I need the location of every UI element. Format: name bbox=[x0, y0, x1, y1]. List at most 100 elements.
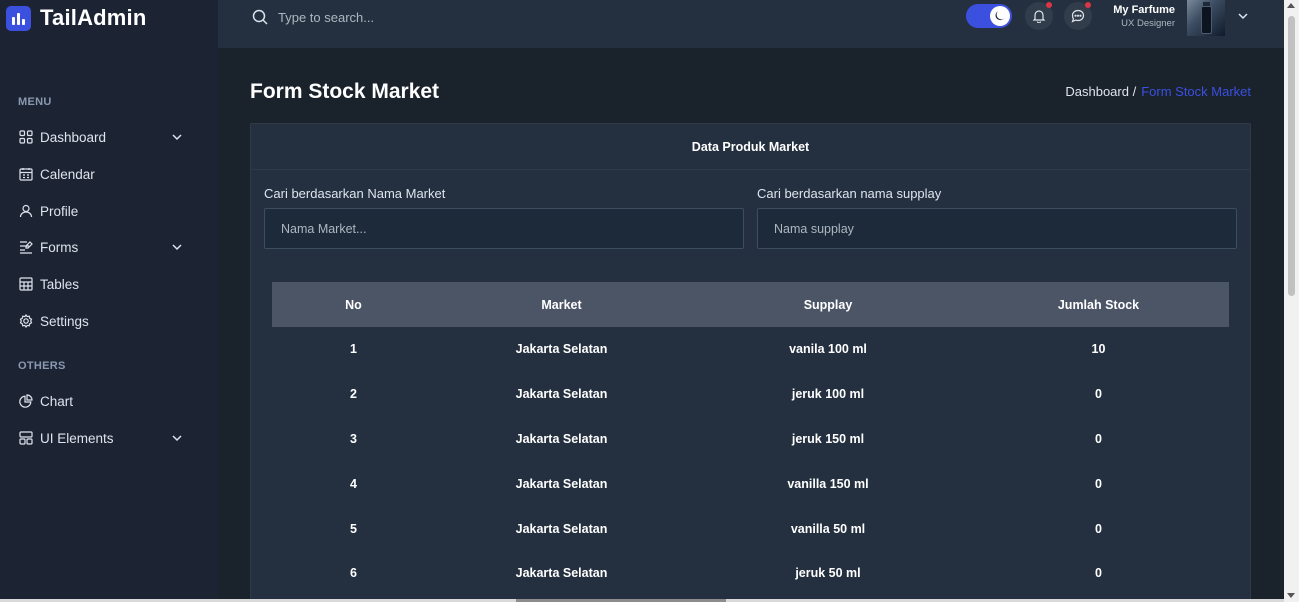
sidebar-item-profile[interactable]: Profile bbox=[18, 199, 188, 223]
dark-mode-toggle[interactable] bbox=[966, 4, 1012, 28]
supply-filter-label: Cari berdasarkan nama supplay bbox=[757, 186, 942, 201]
user-info[interactable]: My Farfume UX Designer bbox=[1098, 4, 1175, 29]
column-header-no[interactable]: No bbox=[272, 282, 435, 327]
cell-stock: 0 bbox=[1095, 387, 1102, 402]
card-title: Data Produk Market bbox=[251, 124, 1250, 170]
calendar-icon bbox=[18, 167, 33, 182]
cell-market: Jakarta Selatan bbox=[515, 342, 608, 357]
supply-search-input[interactable] bbox=[758, 209, 1236, 248]
cell-market: Jakarta Selatan bbox=[515, 521, 608, 536]
sidebar-item-label: Tables bbox=[40, 276, 80, 292]
supply-search-field bbox=[757, 208, 1237, 249]
breadcrumb-dashboard[interactable]: Dashboard / bbox=[1065, 84, 1136, 99]
forms-icon bbox=[18, 240, 33, 255]
others-group-label: OTHERS bbox=[18, 360, 66, 372]
cell-no: 6 bbox=[350, 566, 357, 581]
cell-stock: 10 bbox=[1091, 342, 1106, 357]
user-icon bbox=[18, 204, 33, 219]
sidebar-item-label: Profile bbox=[40, 203, 79, 219]
sidebar-item-label: Forms bbox=[40, 239, 79, 255]
cell-stock: 0 bbox=[1095, 431, 1102, 446]
table-row[interactable]: 4 Jakarta Selatan vanilla 150 ml 0 bbox=[272, 461, 1229, 506]
gear-icon bbox=[18, 314, 33, 329]
breadcrumb-current: Form Stock Market bbox=[1141, 84, 1251, 99]
page-title: Form Stock Market bbox=[250, 80, 440, 103]
sidebar-item-calendar[interactable]: Calendar bbox=[18, 162, 188, 186]
cell-supplay: jeruk 50 ml bbox=[795, 566, 861, 581]
menu-group-label: MENU bbox=[18, 96, 52, 108]
vertical-scrollbar[interactable] bbox=[1284, 0, 1299, 602]
search-bar bbox=[252, 6, 578, 28]
grid-icon bbox=[18, 130, 33, 145]
sidebar-item-label: UI Elements bbox=[40, 430, 114, 446]
breadcrumb: Dashboard / Form Stock Market bbox=[1065, 84, 1251, 99]
sidebar-item-settings[interactable]: Settings bbox=[18, 309, 188, 333]
cell-market: Jakarta Selatan bbox=[515, 387, 608, 402]
sidebar-item-forms[interactable]: Forms bbox=[18, 235, 188, 259]
chevron-down-icon bbox=[172, 244, 182, 251]
sidebar-item-ui-elements[interactable]: UI Elements bbox=[18, 426, 188, 450]
search-icon[interactable] bbox=[252, 9, 268, 25]
cell-stock: 0 bbox=[1095, 476, 1102, 491]
cell-market: Jakarta Selatan bbox=[515, 476, 608, 491]
topbar: My Farfume UX Designer bbox=[218, 0, 1284, 48]
cell-supplay: jeruk 150 ml bbox=[791, 431, 865, 446]
cell-stock: 0 bbox=[1095, 566, 1102, 581]
cell-no: 1 bbox=[350, 342, 357, 357]
scroll-up-icon[interactable] bbox=[1287, 3, 1295, 8]
user-name: My Farfume bbox=[1113, 4, 1175, 16]
table-row[interactable]: 3 Jakarta Selatan jeruk 150 ml 0 bbox=[272, 417, 1229, 462]
cell-stock: 0 bbox=[1095, 521, 1102, 536]
column-header-stock[interactable]: Jumlah Stock bbox=[968, 282, 1229, 327]
cell-no: 2 bbox=[350, 387, 357, 402]
sidebar-item-label: Chart bbox=[40, 393, 74, 409]
market-search-input[interactable] bbox=[265, 209, 743, 248]
brand-logo[interactable]: TailAdmin bbox=[6, 4, 147, 32]
cell-market: Jakarta Selatan bbox=[515, 431, 608, 446]
column-header-supplay[interactable]: Supplay bbox=[688, 282, 968, 327]
moon-icon bbox=[990, 6, 1010, 26]
scrollbar-thumb[interactable] bbox=[1288, 16, 1295, 296]
cell-market: Jakarta Selatan bbox=[515, 566, 608, 581]
logo-icon bbox=[6, 5, 31, 31]
scroll-down-icon[interactable] bbox=[1287, 593, 1295, 598]
cell-supplay: vanilla 150 ml bbox=[787, 476, 869, 491]
table-row[interactable]: 5 Jakarta Selatan vanilla 50 ml 0 bbox=[272, 506, 1229, 551]
market-search-field bbox=[264, 208, 744, 249]
app-name: TailAdmin bbox=[40, 5, 147, 30]
sidebar-item-chart[interactable]: Chart bbox=[18, 389, 188, 413]
cell-supplay: vanila 100 ml bbox=[789, 342, 867, 357]
notification-badge bbox=[1046, 2, 1052, 8]
chevron-down-icon bbox=[172, 134, 182, 141]
avatar-bottle bbox=[1201, 6, 1212, 34]
cell-supplay: jeruk 100 ml bbox=[791, 387, 865, 402]
avatar[interactable] bbox=[1187, 0, 1225, 36]
pie-chart-icon bbox=[18, 394, 33, 409]
sidebar-item-label: Settings bbox=[40, 313, 89, 329]
table-row[interactable]: 1 Jakarta Selatan vanila 100 ml 10 bbox=[272, 327, 1229, 372]
search-input[interactable] bbox=[278, 9, 578, 25]
table-row[interactable]: 2 Jakarta Selatan jeruk 100 ml 0 bbox=[272, 372, 1229, 417]
messages-button[interactable] bbox=[1064, 2, 1092, 30]
sidebar-item-dashboard[interactable]: Dashboard bbox=[18, 125, 188, 149]
bell-icon bbox=[1032, 10, 1046, 23]
table-row[interactable]: 6 Jakarta Selatan jeruk 50 ml 0 bbox=[272, 551, 1229, 596]
table-icon bbox=[18, 277, 33, 292]
sidebar-item-tables[interactable]: Tables bbox=[18, 272, 188, 296]
sidebar-item-label: Calendar bbox=[40, 166, 95, 182]
stock-table: No Market Supplay Jumlah Stock 1 Jakarta… bbox=[272, 282, 1229, 596]
cell-no: 4 bbox=[350, 476, 357, 491]
sidebar-item-label: Dashboard bbox=[40, 129, 107, 145]
message-badge bbox=[1085, 2, 1091, 8]
chevron-down-icon[interactable] bbox=[1236, 9, 1250, 23]
notification-button[interactable] bbox=[1025, 2, 1053, 30]
layout-icon bbox=[18, 431, 33, 446]
column-header-market[interactable]: Market bbox=[435, 282, 688, 327]
chevron-down-icon bbox=[172, 435, 182, 442]
sidebar: TailAdmin MENU Dashboard Calendar Profil… bbox=[0, 0, 218, 602]
cell-supplay: vanilla 50 ml bbox=[790, 521, 866, 536]
cell-no: 3 bbox=[350, 431, 357, 446]
chat-icon bbox=[1071, 9, 1085, 23]
table-header-row: No Market Supplay Jumlah Stock bbox=[272, 282, 1229, 327]
market-filter-label: Cari berdasarkan Nama Market bbox=[264, 186, 446, 201]
